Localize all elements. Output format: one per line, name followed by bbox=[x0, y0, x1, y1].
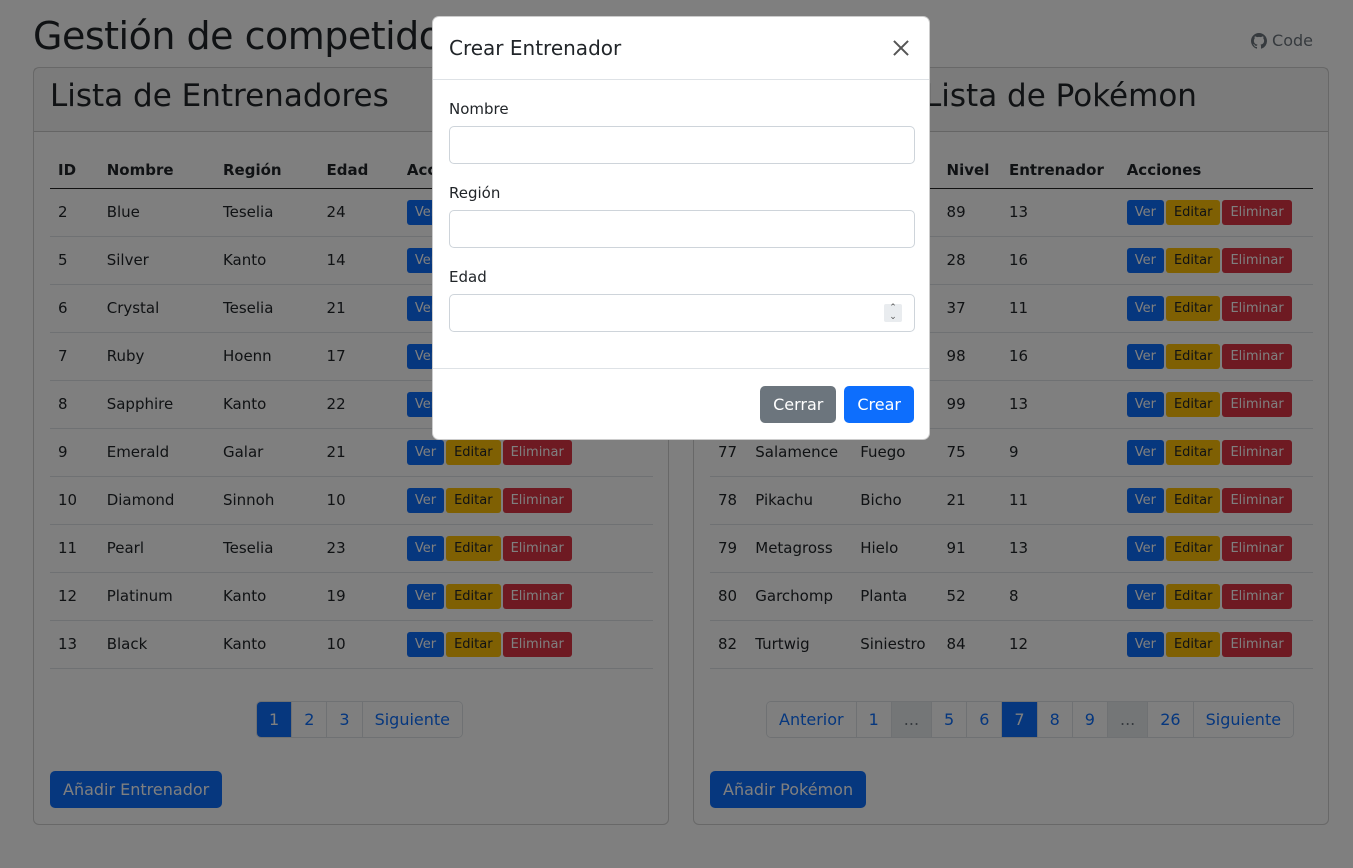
number-spinner-icon[interactable]: ⌃ ⌄ bbox=[884, 304, 902, 322]
create-button[interactable]: Crear bbox=[844, 385, 914, 423]
close-icon[interactable] bbox=[889, 36, 913, 60]
age-label: Edad bbox=[449, 268, 487, 286]
region-input[interactable] bbox=[449, 210, 915, 248]
modal-header: Crear Entrenador bbox=[433, 17, 929, 80]
create-trainer-modal: Crear Entrenador Nombre Región Edad ⌃ ⌄ C… bbox=[432, 16, 930, 440]
modal-title: Crear Entrenador bbox=[449, 36, 622, 60]
close-button[interactable]: Cerrar bbox=[760, 385, 837, 423]
modal-footer: Cerrar Crear bbox=[433, 368, 929, 439]
name-input[interactable] bbox=[449, 126, 915, 164]
name-label: Nombre bbox=[449, 100, 509, 118]
modal-body: Nombre Región Edad ⌃ ⌄ bbox=[433, 80, 929, 368]
age-input[interactable]: ⌃ ⌄ bbox=[449, 294, 915, 332]
region-label: Región bbox=[449, 184, 501, 202]
